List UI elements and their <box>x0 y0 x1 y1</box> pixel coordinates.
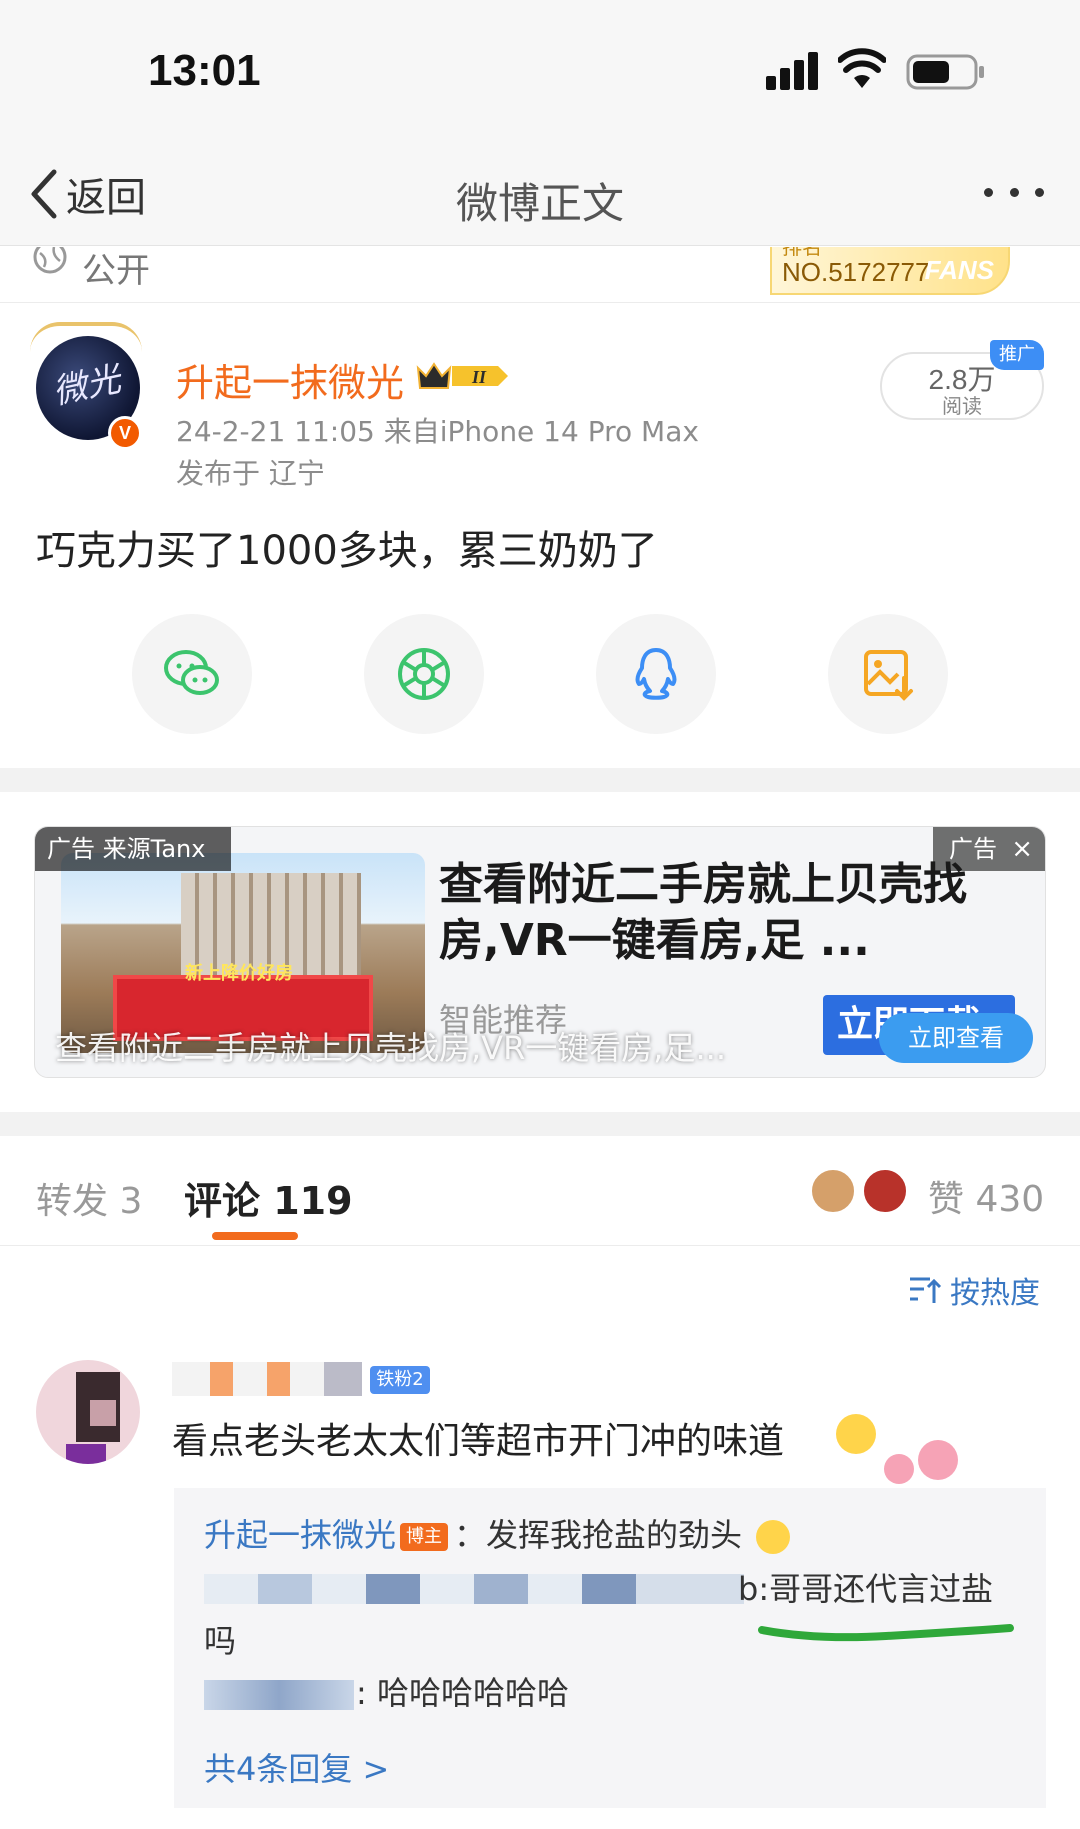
ad-image-text: 新上降价好房 <box>185 963 293 984</box>
tab-reposts[interactable]: 转发 3 <box>36 1172 142 1224</box>
flower-decoration-icon <box>884 1454 914 1484</box>
read-label: 阅读 <box>942 394 982 418</box>
qq-icon <box>635 648 677 700</box>
more-options-button[interactable] <box>984 180 1044 204</box>
post-content: 巧克力买了1000多块，累三奶奶了 <box>36 528 658 574</box>
reply-text: : 哈哈哈哈哈哈 <box>356 1674 569 1712</box>
sort-icon <box>910 1277 942 1303</box>
reply-author-redacted[interactable] <box>204 1680 354 1710</box>
fans-rank-badge[interactable]: 排名 NO.5172777 FANS <box>770 247 1010 295</box>
fans-label: FANS <box>924 255 994 285</box>
moments-icon <box>398 648 450 700</box>
author-name[interactable]: 升起一抹微光 <box>176 352 404 407</box>
flower-decoration-icon <box>918 1440 958 1480</box>
page-title: 微博正文 <box>455 179 624 228</box>
emoji-icon <box>836 1414 876 1454</box>
share-qq-button[interactable] <box>596 614 716 734</box>
comment-text: 看点老头老太太们等超市开门冲的味道 <box>172 1421 785 1462</box>
save-image-button[interactable] <box>828 614 948 734</box>
visibility-row: 公开 排名 NO.5172777 FANS <box>0 247 1080 303</box>
status-bar: 13:01 <box>0 0 1080 140</box>
reply-text: ：发挥我抢盐的劲头 <box>454 1516 743 1554</box>
section-divider <box>0 768 1080 792</box>
svg-text:II: II <box>471 367 487 387</box>
commenter-name-redacted[interactable] <box>172 1362 362 1396</box>
ad-card[interactable]: 新上降价好房 广告 来源Tanx 广告 × 查看附近二手房就上贝壳找房,VR一键… <box>34 826 1046 1078</box>
avatar-calligraphy: 微光 <box>49 359 125 413</box>
tab-comments[interactable]: 评论 119 <box>184 1170 353 1225</box>
navigation-bar: 返回 微博正文 <box>0 140 1080 246</box>
ad-view-button[interactable]: 立即查看 <box>879 1013 1033 1063</box>
battery-icon <box>906 54 984 90</box>
dot-icon <box>1009 187 1019 197</box>
dot-icon <box>984 187 993 197</box>
avatar-pixel <box>90 1400 116 1426</box>
verified-badge: V <box>108 416 142 450</box>
post-location: 发布于 辽宁 <box>176 457 325 490</box>
sort-label: 按热度 <box>950 1276 1040 1311</box>
section-divider <box>0 1112 1080 1136</box>
commenter-avatar[interactable] <box>36 1360 140 1464</box>
visibility-label: 公开 <box>82 251 150 291</box>
share-moments-button[interactable] <box>364 614 484 734</box>
more-replies-link[interactable]: 共4条回复 > <box>204 1744 389 1790</box>
avatar-pixel <box>66 1444 106 1464</box>
ad-headline[interactable]: 查看附近二手房就上贝壳找房,VR一键看房,足 ... <box>439 857 1039 969</box>
active-tab-indicator <box>212 1232 298 1240</box>
host-badge: 博主 <box>400 1523 449 1551</box>
reply-text: b:哥哥还代言过盐 <box>738 1570 994 1608</box>
fans-rank-number: NO.5172777 <box>782 257 930 287</box>
status-time: 13:01 <box>148 46 261 95</box>
reply-author[interactable]: 升起一抹微光 <box>204 1516 396 1554</box>
liker-avatar[interactable] <box>862 1168 908 1214</box>
cellular-signal-icon <box>766 52 822 90</box>
reply-item[interactable]: 升起一抹微光 博主 ：发挥我抢盐的劲头 <box>204 1510 791 1556</box>
green-highlight-stroke <box>758 1624 1014 1642</box>
member-crown-icon[interactable]: II <box>414 358 510 394</box>
interaction-tabs: 转发 3 评论 119 <box>0 1136 1080 1246</box>
emoji-icon <box>756 1520 791 1554</box>
post-timestamp-source: 24-2-21 11:05 来自iPhone 14 Pro Max <box>176 415 699 448</box>
liker-avatar[interactable] <box>810 1168 856 1214</box>
ad-overlay-caption: 查看附近二手房就上贝壳找房,VR一键看房,足... <box>55 1029 726 1067</box>
share-wechat-button[interactable] <box>132 614 252 734</box>
reply-author-redacted[interactable] <box>204 1574 744 1604</box>
promote-tag[interactable]: 推广 <box>990 340 1044 370</box>
tab-likes[interactable]: 赞 430 <box>928 1170 1044 1222</box>
reply-thread[interactable]: 升起一抹微光 博主 ：发挥我抢盐的劲头 b:哥哥还代言过盐 吗 : 哈哈哈哈哈哈 共… <box>174 1488 1046 1808</box>
globe-icon <box>33 247 67 274</box>
wechat-icon <box>164 650 219 695</box>
dot-icon <box>1035 187 1044 197</box>
save-image-icon <box>864 650 913 701</box>
reply-text-continuation: 吗 <box>204 1622 237 1660</box>
ad-source-label: 广告 来源Tanx <box>35 827 231 871</box>
fan-level-badge: 铁粉2 <box>370 1366 430 1394</box>
sort-button[interactable]: 按热度 <box>908 1270 1040 1311</box>
wifi-icon <box>838 48 886 88</box>
